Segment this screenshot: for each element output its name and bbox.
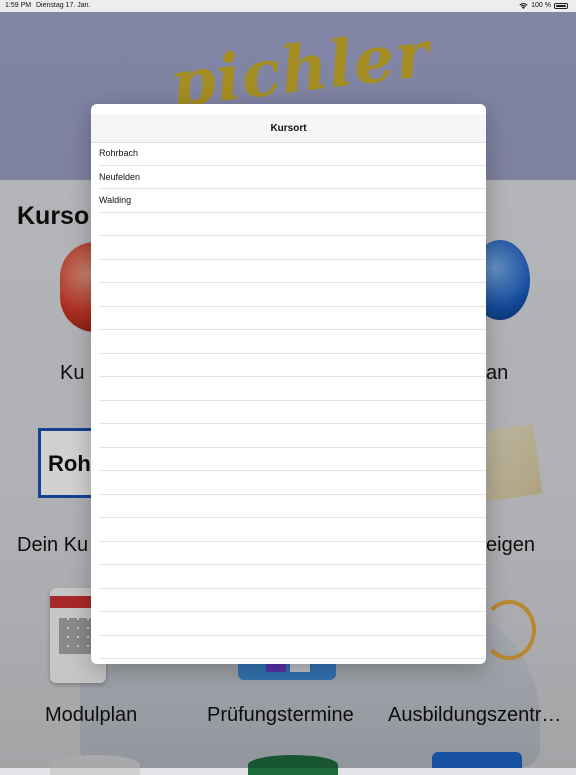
kursort-option[interactable]: Rohrbach [99,142,486,166]
empty-list-row [99,542,486,565]
wifi-icon [519,2,528,9]
empty-list-row [99,330,486,354]
option-label: Rohrbach [99,148,139,159]
popover-title: Kursort [270,122,307,134]
kursort-option[interactable]: Neufelden [99,166,486,189]
empty-list-row [99,260,486,283]
empty-list-row [99,518,486,542]
empty-list-row [99,354,486,377]
status-bar: 1:59 PM Dienstag 17. Jan. 100 % [0,0,576,12]
popover-header: Kursort [91,114,486,143]
kursort-picker-popover: Kursort Rohrbach Neufelden Walding [91,104,486,664]
empty-list-row [99,495,486,518]
empty-list-row [99,636,486,659]
option-label: Walding [99,195,132,206]
empty-list-row [99,236,486,260]
empty-list-row [99,283,486,307]
empty-list-row [99,589,486,612]
empty-list-row [99,448,486,471]
empty-list-row [99,565,486,589]
status-date: Dienstag 17. Jan. [36,2,91,9]
battery-icon [554,2,568,9]
kursort-option[interactable]: Walding [99,189,486,213]
status-time: 1:59 PM [5,2,32,9]
empty-list-row [99,471,486,495]
empty-list-row [99,401,486,424]
option-label: Neufelden [99,171,141,182]
empty-list-row [99,612,486,636]
kursort-option-list: Rohrbach Neufelden Walding [91,142,486,659]
empty-list-row [99,377,486,401]
empty-list-row [99,213,486,236]
battery-percent: 100 % [531,2,551,9]
empty-list-row [99,307,486,330]
empty-list-row [99,424,486,448]
